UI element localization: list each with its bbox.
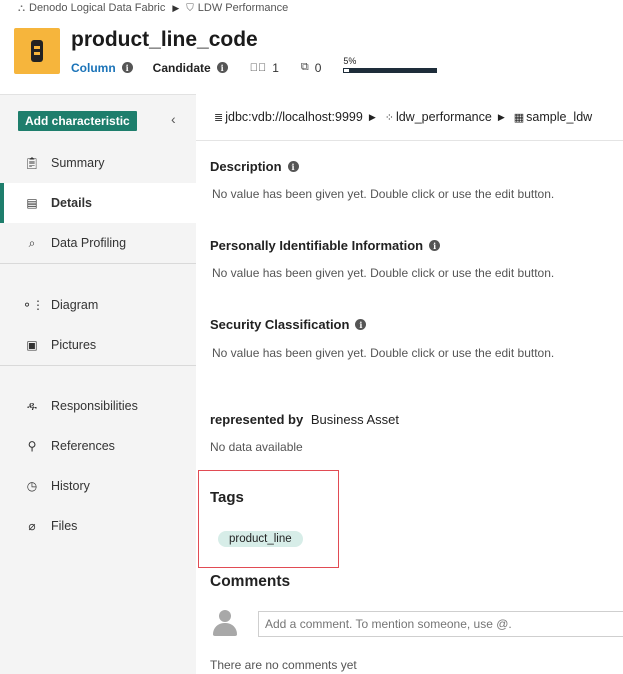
tag-counter[interactable]: ⊲⃝ 1 [250, 61, 279, 75]
completeness-bar [343, 68, 438, 73]
collapse-sidebar-icon[interactable]: ‹ [171, 111, 176, 127]
path-item-schema[interactable]: ldw_performance [396, 110, 492, 124]
sidebar-item-diagram[interactable]: ⚬⋮ Diagram [0, 285, 196, 325]
diagram-icon: ⚬⋮ [22, 298, 45, 312]
profiling-icon: ⌕ [28, 235, 36, 250]
tags-section: Tags product_line [198, 470, 339, 568]
nav-group-main: 📋︎ Summary ▤ Details ⌕ Data Profiling [0, 143, 196, 264]
comment-icon: ⧉ [300, 61, 309, 73]
completeness-label: 5% [343, 56, 357, 66]
relation-empty-text: No data available [210, 440, 303, 454]
info-icon[interactable]: i [287, 161, 299, 172]
path-separator-icon: ▶ [497, 111, 505, 122]
comments-title: Comments [210, 573, 291, 590]
clipboard-icon: 📋︎ [24, 156, 40, 170]
tags-title: Tags [210, 489, 244, 506]
status-label: Candidate [152, 60, 211, 75]
page-title: product_line_code [71, 28, 258, 51]
attribute-pii-title: Personally Identifiable Information i [210, 238, 441, 253]
nav-group-visual: ⚬⋮ Diagram ▣ Pictures [0, 285, 196, 366]
tag-icon: ⊲⃝ [249, 61, 267, 74]
divider [196, 140, 623, 141]
sidebar-item-responsibilities[interactable]: ዱ Responsibilities [0, 386, 196, 426]
sidebar-item-files[interactable]: ⌀ Files [0, 506, 196, 546]
attribute-security-value[interactable]: No value has been given yet. Double clic… [212, 346, 554, 360]
attribute-description-title: Description i [210, 159, 299, 174]
tag-chip[interactable]: product_line [218, 531, 303, 547]
sidebar: Add characteristic ‹ 📋︎ Summary ▤ Detail… [0, 94, 196, 674]
technical-path: ≣ jdbc:vdb://localhost:9999 ▶ ⁘ ldw_perf… [214, 110, 592, 124]
history-icon: ◷ [26, 479, 38, 493]
breadcrumb-item-domain[interactable]: LDW Performance [198, 2, 288, 14]
nav-group-other: ዱ Responsibilities ⚲ References ◷ Histor… [0, 386, 196, 546]
asset-meta: Column i Candidate i ⊲⃝ 1 ⧉ 0 5% [71, 56, 438, 76]
references-icon: ⚲ [27, 439, 37, 453]
database-icon: ≣ [214, 111, 224, 124]
info-icon[interactable]: i [121, 62, 133, 73]
document-icon: ▤ [26, 196, 38, 210]
comment-count: 0 [314, 60, 322, 75]
paperclip-icon: ⌀ [28, 519, 36, 533]
domain-icon: ⛉ [186, 2, 194, 14]
sidebar-item-references[interactable]: ⚲ References [0, 426, 196, 466]
sidebar-item-summary[interactable]: 📋︎ Summary [0, 143, 196, 183]
completeness-indicator[interactable]: 5% [343, 56, 438, 73]
comment-counter[interactable]: ⧉ 0 [301, 61, 322, 75]
info-icon[interactable]: i [429, 240, 441, 251]
sidebar-item-history[interactable]: ◷ History [0, 466, 196, 506]
breadcrumb: ⛬ Denodo Logical Data Fabric ▶ ⛉ LDW Per… [18, 2, 288, 14]
column-asset-icon [14, 28, 60, 74]
add-characteristic-button[interactable]: Add characteristic [18, 111, 137, 131]
table-icon: ▦ [513, 111, 525, 124]
attribute-pii-value[interactable]: No value has been given yet. Double clic… [212, 266, 554, 280]
info-icon[interactable]: i [355, 319, 367, 330]
relation-title: represented by Business Asset [210, 412, 399, 427]
attribute-description-value[interactable]: No value has been given yet. Double clic… [212, 187, 554, 201]
no-comments-text: There are no comments yet [210, 658, 357, 672]
comment-input[interactable] [258, 611, 623, 637]
relation-target: Business Asset [310, 412, 399, 427]
schema-icon: ⁘ [384, 111, 394, 124]
attribute-security-title: Security Classification i [210, 317, 367, 332]
path-item-database[interactable]: jdbc:vdb://localhost:9999 [225, 110, 363, 124]
breadcrumb-separator-icon: ▶ [172, 2, 180, 13]
sidebar-item-pictures[interactable]: ▣ Pictures [0, 325, 196, 365]
asset-page: ⛬ Denodo Logical Data Fabric ▶ ⛉ LDW Per… [0, 0, 623, 674]
path-separator-icon: ▶ [368, 111, 376, 122]
community-icon: ⛬ [18, 2, 25, 14]
completeness-fill [344, 69, 350, 72]
asset-type-link[interactable]: Column [71, 61, 116, 75]
info-icon[interactable]: i [216, 62, 228, 73]
tag-count: 1 [272, 60, 279, 75]
breadcrumb-item-community[interactable]: Denodo Logical Data Fabric [29, 2, 165, 14]
sidebar-item-data-profiling[interactable]: ⌕ Data Profiling [0, 223, 196, 263]
sidebar-item-details[interactable]: ▤ Details [0, 183, 196, 223]
picture-icon: ▣ [26, 338, 38, 352]
avatar [213, 610, 237, 636]
people-icon: ዱ [27, 398, 37, 413]
path-item-table[interactable]: sample_ldw [526, 110, 592, 124]
